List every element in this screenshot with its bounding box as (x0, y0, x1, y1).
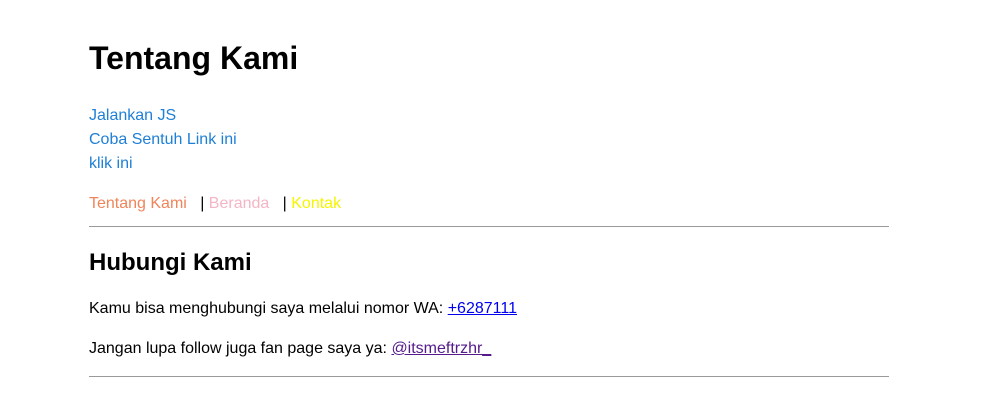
page-title: Tentang Kami (89, 40, 299, 76)
fanpage-text: Jangan lupa follow juga fan page saya ya… (89, 340, 392, 357)
nav-menu: Tentang Kami | Beranda | Kontak (89, 192, 889, 216)
divider-top (89, 226, 889, 227)
contact-heading: Hubungi Kami (89, 249, 252, 276)
nav-separator: | (200, 195, 205, 212)
fanpage-link[interactable]: @itsmeftrzhr_ (391, 340, 491, 357)
nav-item-beranda[interactable]: Beranda (209, 195, 270, 212)
nav-separator: | (282, 195, 287, 212)
touch-link[interactable]: Coba Sentuh Link ini (89, 128, 889, 152)
js-link-list: Jalankan JS Coba Sentuh Link ini klik in… (89, 104, 889, 176)
divider-bottom (89, 376, 889, 377)
wa-paragraph: Kamu bisa menghubungi saya melalui nomor… (89, 299, 889, 319)
wa-text: Kamu bisa menghubungi saya melalui nomor… (89, 300, 448, 317)
fanpage-paragraph: Jangan lupa follow juga fan page saya ya… (89, 339, 889, 359)
run-js-link[interactable]: Jalankan JS (89, 104, 889, 128)
wa-number-link[interactable]: +6287111 (448, 300, 517, 317)
nav-item-kontak[interactable]: Kontak (291, 195, 341, 212)
click-here-link[interactable]: klik ini (89, 152, 889, 176)
nav-item-tentang-kami[interactable]: Tentang Kami (89, 195, 187, 212)
page: Tentang Kami Jalankan JS Coba Sentuh Lin… (89, 0, 889, 377)
